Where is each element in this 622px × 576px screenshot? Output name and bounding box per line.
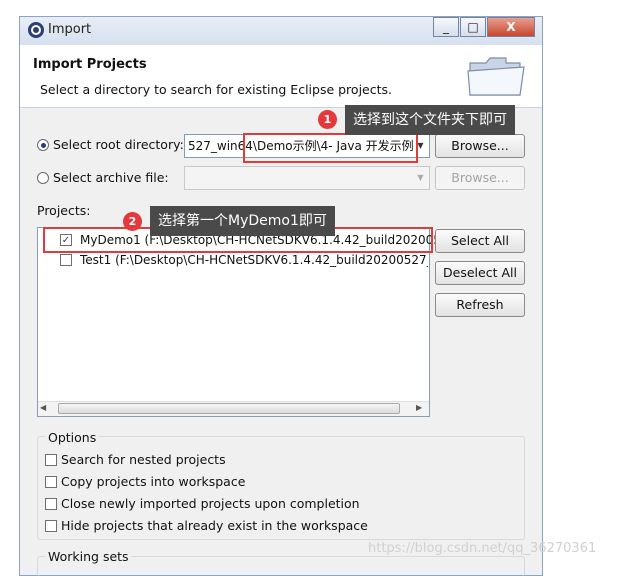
- root-directory-label: Select root directory:: [53, 137, 184, 152]
- minimize-button[interactable]: _: [433, 17, 459, 37]
- close-projects-label: Close newly imported projects upon compl…: [61, 496, 360, 511]
- window-title: Import: [48, 22, 92, 37]
- refresh-button[interactable]: Refresh: [435, 293, 525, 317]
- nested-projects-checkbox[interactable]: [45, 454, 57, 466]
- chevron-down-icon: ▼: [417, 173, 424, 182]
- copy-projects-label: Copy projects into workspace: [61, 474, 246, 489]
- annotation-callout-2: 选择第一个MyDemo1即可: [150, 206, 335, 236]
- nested-projects-label: Search for nested projects: [61, 452, 226, 467]
- page-description: Select a directory to search for existin…: [40, 82, 392, 97]
- archive-file-combo[interactable]: [184, 166, 430, 190]
- project-name: Test1 (F:\Desktop\CH-HCNetSDKV6.1.4.42_b…: [80, 253, 428, 267]
- page-title: Import Projects: [33, 57, 147, 72]
- annotation-highlight-root-directory: [243, 133, 418, 163]
- working-sets-label: Working sets: [46, 549, 131, 564]
- archive-file-radio[interactable]: [37, 172, 49, 184]
- hide-projects-checkbox[interactable]: [45, 520, 57, 532]
- select-all-button[interactable]: Select All: [435, 229, 525, 253]
- annotation-badge-1: 1: [318, 110, 337, 129]
- hide-projects-label: Hide projects that already exist in the …: [61, 518, 368, 533]
- project-checkbox[interactable]: [60, 254, 72, 266]
- root-directory-radio[interactable]: [37, 139, 49, 151]
- annotation-callout-1: 选择到这个文件夹下即可: [345, 105, 515, 135]
- maximize-button[interactable]: □: [460, 17, 486, 37]
- scroll-right-icon[interactable]: ▶: [416, 403, 422, 412]
- scroll-left-icon[interactable]: ◀: [40, 403, 46, 412]
- deselect-all-button[interactable]: Deselect All: [435, 261, 525, 285]
- archive-file-label: Select archive file:: [53, 170, 169, 185]
- eclipse-icon: [28, 22, 44, 38]
- wizard-header: [20, 45, 542, 108]
- browse-archive-button[interactable]: Browse...: [435, 166, 525, 190]
- project-row-test1[interactable]: Test1 (F:\Desktop\CH-HCNetSDKV6.1.4.42_b…: [60, 250, 428, 270]
- watermark-text: https://blog.csdn.net/qq_36270361: [368, 541, 597, 556]
- folder-icon: [467, 57, 525, 96]
- browse-root-button[interactable]: Browse...: [435, 134, 525, 158]
- annotation-badge-2: 2: [123, 212, 142, 231]
- options-label: Options: [46, 430, 99, 445]
- scrollbar-thumb[interactable]: [58, 403, 400, 414]
- close-button[interactable]: X: [487, 17, 535, 37]
- close-projects-checkbox[interactable]: [45, 498, 57, 510]
- projects-label: Projects:: [37, 203, 91, 218]
- copy-projects-checkbox[interactable]: [45, 476, 57, 488]
